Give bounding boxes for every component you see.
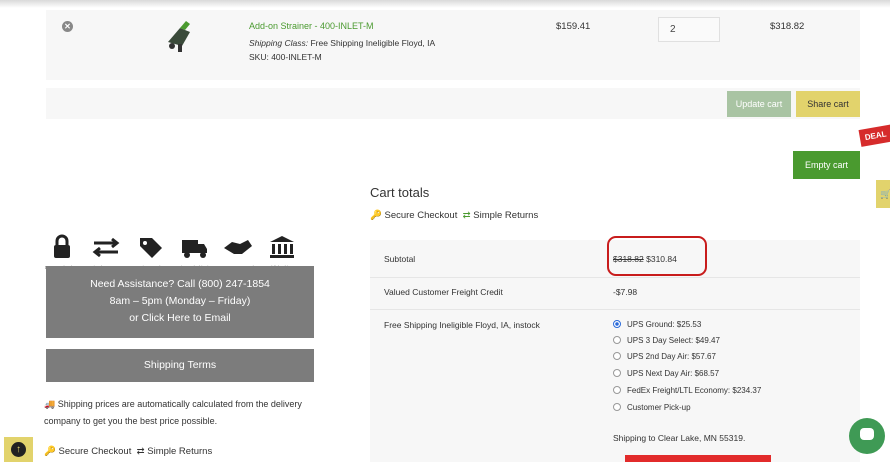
change-address-button[interactable] xyxy=(625,455,771,462)
assistance-box[interactable]: Need Assistance? Call (800) 247-1854 8am… xyxy=(46,266,314,338)
unit-price: $159.41 xyxy=(556,21,591,32)
shipping-option[interactable]: UPS 2nd Day Air: $57.67 xyxy=(613,351,716,363)
shipping-class: Shipping Class: Free Shipping Ineligible… xyxy=(249,38,435,48)
truck-icon: 🚚 xyxy=(44,399,56,409)
shipping-option[interactable]: FedEx Freight/LTL Economy: $234.37 xyxy=(613,385,761,397)
key-icon: 🔑 xyxy=(44,446,56,457)
highlight-circle xyxy=(607,236,707,276)
credit-label: Valued Customer Freight Credit xyxy=(384,287,503,297)
key-icon: 🔑 xyxy=(370,210,382,221)
simple-returns-label: Simple Returns xyxy=(147,446,213,457)
chat-bubble-icon xyxy=(860,428,874,440)
price-tag-icon xyxy=(140,238,162,258)
shipping-label: Free Shipping Ineligible Floyd, IA, inst… xyxy=(384,320,540,330)
radio[interactable] xyxy=(613,352,621,360)
chat-button[interactable] xyxy=(849,418,885,454)
assist-line-2: 8am – 5pm (Monday – Friday) xyxy=(109,295,251,307)
secure-checkout-label: Secure Checkout xyxy=(384,210,458,221)
arrows-exchange-icon xyxy=(92,237,120,258)
share-cart-button[interactable]: Share cart xyxy=(796,91,860,117)
secure-checkout-label: Secure Checkout xyxy=(58,446,132,457)
arrows-exchange-icon: ⇄ xyxy=(136,446,145,457)
shipping-option-label: Customer Pick-up xyxy=(627,403,691,412)
cart-icon[interactable]: 🛒 xyxy=(876,180,890,208)
trust-item: Estimated Shipping xyxy=(172,234,216,270)
shipping-class-value: Free Shipping Ineligible Floyd, IA xyxy=(310,38,436,48)
shipping-option-label: UPS 3 Day Select: $49.47 xyxy=(627,336,720,345)
shipping-class-label: Shipping Class: xyxy=(249,38,309,48)
radio[interactable] xyxy=(613,369,621,377)
trust-item: Established in 1974 xyxy=(260,234,304,270)
secure-returns-top: 🔑 Secure Checkout ⇄ Simple Returns xyxy=(370,210,538,221)
shipping-terms-button[interactable]: Shipping Terms xyxy=(46,349,314,382)
deal-tab[interactable]: DEAL xyxy=(858,123,890,147)
subtotal-label: Subtotal xyxy=(384,254,416,264)
shipping-option-label: UPS 2nd Day Air: $57.67 xyxy=(627,352,716,361)
product-name-link[interactable]: Add-on Strainer - 400-INLET-M xyxy=(249,21,374,31)
shipping-destination: Shipping to Clear Lake, MN 55319. xyxy=(613,433,746,443)
institution-icon xyxy=(270,236,294,258)
secure-returns-bottom: 🔑 Secure Checkout ⇄ Simple Returns xyxy=(44,446,212,457)
radio[interactable] xyxy=(613,386,621,394)
quantity-input[interactable]: 2 xyxy=(658,17,720,42)
shipping-option-label: UPS Ground: $25.53 xyxy=(627,320,702,329)
divider xyxy=(370,277,860,278)
product-thumbnail[interactable] xyxy=(160,16,200,56)
divider xyxy=(370,309,860,310)
arrows-exchange-icon: ⇄ xyxy=(462,210,471,221)
credit-value: -$7.98 xyxy=(613,287,638,297)
shipping-option-label: UPS Next Day Air: $68.57 xyxy=(627,369,720,378)
radio[interactable] xyxy=(613,336,621,344)
shipping-option[interactable]: Customer Pick-up xyxy=(613,402,691,414)
sku: SKU: 400-INLET-M xyxy=(249,52,322,62)
simple-returns-label: Simple Returns xyxy=(473,210,539,221)
close-circle-icon[interactable]: ✕ xyxy=(62,21,73,32)
shipping-note-text: Shipping prices are automatically calcul… xyxy=(44,399,302,426)
scroll-to-top-button[interactable]: ↑ xyxy=(4,437,33,462)
shipping-option[interactable]: UPS Ground: $25.53 xyxy=(613,319,701,331)
shipping-note: 🚚 Shipping prices are automatically calc… xyxy=(44,396,324,430)
line-total: $318.82 xyxy=(770,21,805,32)
top-shadow xyxy=(0,0,890,8)
shipping-option-label: FedEx Freight/LTL Economy: $234.37 xyxy=(627,386,762,395)
assist-line-1: Need Assistance? Call (800) 247-1854 xyxy=(90,278,270,290)
radio-selected[interactable] xyxy=(613,320,621,328)
cart-totals-title: Cart totals xyxy=(370,185,430,200)
empty-cart-button[interactable]: Empty cart xyxy=(793,151,860,179)
shipping-option[interactable]: UPS Next Day Air: $68.57 xyxy=(613,368,719,380)
assist-line-3[interactable]: or Click Here to Email xyxy=(46,310,314,327)
trust-item: Secure Checkout xyxy=(40,234,84,270)
trust-item: Simple Returns xyxy=(84,234,128,270)
lock-icon xyxy=(54,234,70,258)
handshake-icon xyxy=(224,240,252,254)
radio[interactable] xyxy=(613,403,621,411)
update-cart-button[interactable]: Update cart xyxy=(727,91,791,117)
trust-item: Price Match xyxy=(128,234,172,270)
arrow-up-icon: ↑ xyxy=(11,442,26,457)
trust-item: Proven Trustworthy xyxy=(216,234,260,270)
shipping-option[interactable]: UPS 3 Day Select: $49.47 xyxy=(613,335,720,347)
truck-icon xyxy=(182,240,207,258)
